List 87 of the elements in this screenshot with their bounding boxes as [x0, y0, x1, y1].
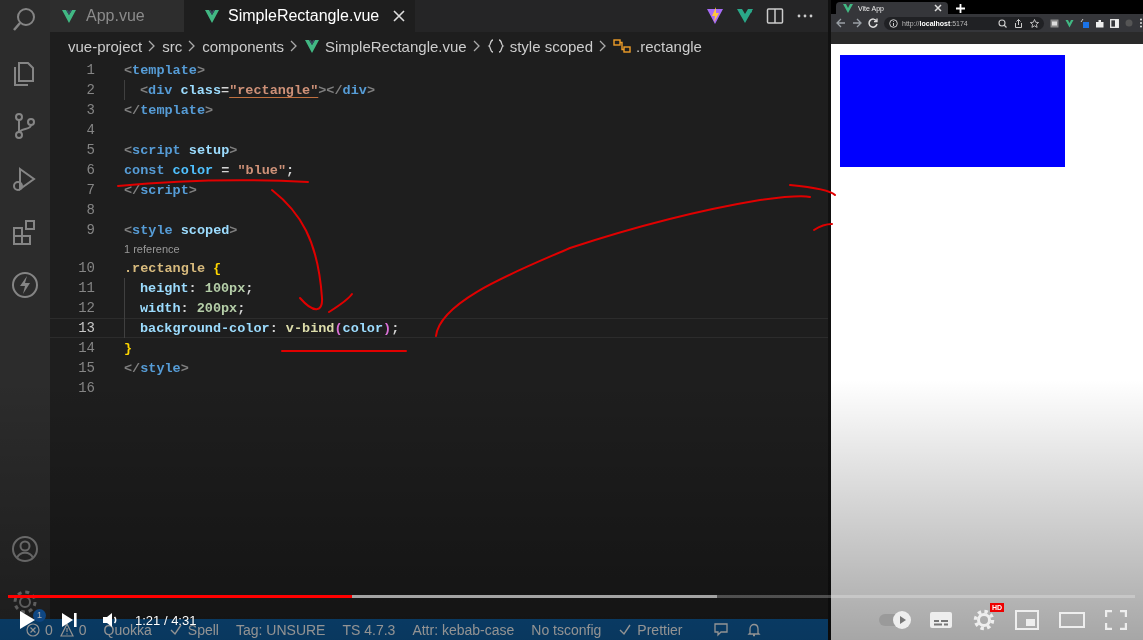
line-number: 14 [77, 340, 95, 356]
code-line: width: 200px; [140, 300, 246, 316]
line-number: 11 [77, 280, 95, 296]
status-item[interactable]: No tsconfig [531, 621, 602, 638]
close-icon[interactable] [393, 10, 406, 22]
code-line: </template> [124, 102, 214, 118]
line-number: 13 [77, 320, 95, 336]
forward-icon[interactable] [852, 18, 862, 28]
code-line: height: 100px; [140, 280, 254, 296]
line-number: 1 [85, 62, 95, 78]
chevron-icon [472, 40, 481, 52]
breadcrumb-item[interactable]: src [162, 37, 183, 55]
code-line: <script setup> [124, 142, 238, 158]
feedback-icon[interactable] [713, 621, 730, 638]
line-number: 15 [77, 360, 95, 376]
puzzle-icon[interactable] [1095, 18, 1104, 28]
breadcrumb-item[interactable]: .rectangle [613, 37, 702, 55]
code-lens[interactable]: 1 reference [124, 243, 180, 255]
line-number: 2 [85, 82, 95, 98]
code-line: <style scoped> [124, 222, 238, 238]
code-line: const color = "blue"; [124, 162, 295, 178]
settings-icon[interactable] [11, 588, 39, 616]
notification-badge: 1 [33, 609, 46, 622]
code-line: .rectangle { [124, 260, 222, 276]
chevron-icon [148, 40, 157, 52]
chevron-icon [599, 40, 608, 52]
line-number: 16 [77, 380, 95, 396]
captions-icon[interactable] [929, 611, 953, 629]
new-tab-icon[interactable] [956, 3, 965, 13]
next-icon[interactable] [59, 610, 79, 630]
play-icon[interactable] [17, 609, 37, 631]
extension-icon[interactable] [1050, 18, 1059, 28]
status-item[interactable]: Tag: UNSURE [236, 621, 326, 638]
vue-icon[interactable] [736, 7, 755, 25]
editor-tab[interactable]: App.vue [50, 0, 184, 32]
status-item[interactable]: Attr: kebab-case [412, 621, 515, 638]
split-editor-icon[interactable] [766, 7, 785, 25]
share-icon[interactable] [1014, 18, 1023, 28]
vue-file-icon [303, 38, 320, 54]
code-line: background-color: v-bind(color); [140, 320, 400, 336]
line-number: 10 [77, 260, 95, 276]
code-line: </style> [124, 360, 189, 376]
chevron-icon [188, 40, 197, 52]
line-number: 4 [85, 122, 95, 138]
line-number: 5 [85, 142, 95, 158]
breadcrumb-item[interactable]: components [202, 37, 284, 55]
warning-icon [59, 622, 74, 637]
extension-icon[interactable] [1080, 18, 1089, 28]
line-number: 8 [85, 202, 95, 218]
vue-file-icon [61, 8, 77, 24]
status-item[interactable]: 0 [45, 621, 53, 638]
status-item[interactable]: Prettier [637, 621, 683, 638]
line-number: 12 [77, 300, 95, 316]
progress-bar[interactable] [8, 595, 1135, 598]
status-item[interactable]: TS 4.7.3 [342, 621, 396, 638]
star-icon[interactable] [1030, 18, 1039, 28]
side-panel-icon[interactable] [1110, 18, 1119, 28]
chevron-icon [289, 40, 298, 52]
zoom-icon[interactable] [998, 18, 1007, 28]
account-icon[interactable] [11, 535, 39, 563]
bolt-triangle-icon[interactable] [706, 7, 725, 25]
breadcrumb-item[interactable]: SimpleRectangle.vue [303, 37, 467, 55]
breadcrumb-item[interactable]: vue-project [68, 37, 143, 55]
check-icon [618, 622, 633, 637]
line-number: 3 [85, 102, 95, 118]
reload-icon[interactable] [868, 18, 878, 28]
bell-icon[interactable] [746, 621, 763, 638]
vue-file-icon [204, 8, 220, 24]
menu-icon[interactable] [1139, 18, 1143, 28]
autoplay-toggle[interactable] [879, 614, 909, 626]
braces-icon [486, 39, 505, 53]
breadcrumb-item[interactable]: style scoped [486, 37, 594, 55]
editor-tab[interactable]: SimpleRectangle.vue [184, 0, 416, 32]
code-line: <div class="rectangle"></div> [140, 82, 375, 98]
code-line: <template> [124, 62, 206, 78]
class-icon [613, 38, 632, 54]
lightning-icon[interactable] [11, 271, 39, 299]
line-number: 6 [85, 162, 95, 178]
code-line: } [124, 340, 133, 356]
back-icon[interactable] [836, 18, 846, 28]
line-number: 9 [85, 222, 95, 238]
info-icon [889, 18, 898, 28]
line-number: 7 [85, 182, 95, 198]
status-item[interactable]: 0 [78, 621, 87, 638]
vue-icon[interactable] [1065, 18, 1074, 28]
close-icon[interactable] [934, 4, 942, 12]
code-line: </script> [124, 182, 197, 198]
